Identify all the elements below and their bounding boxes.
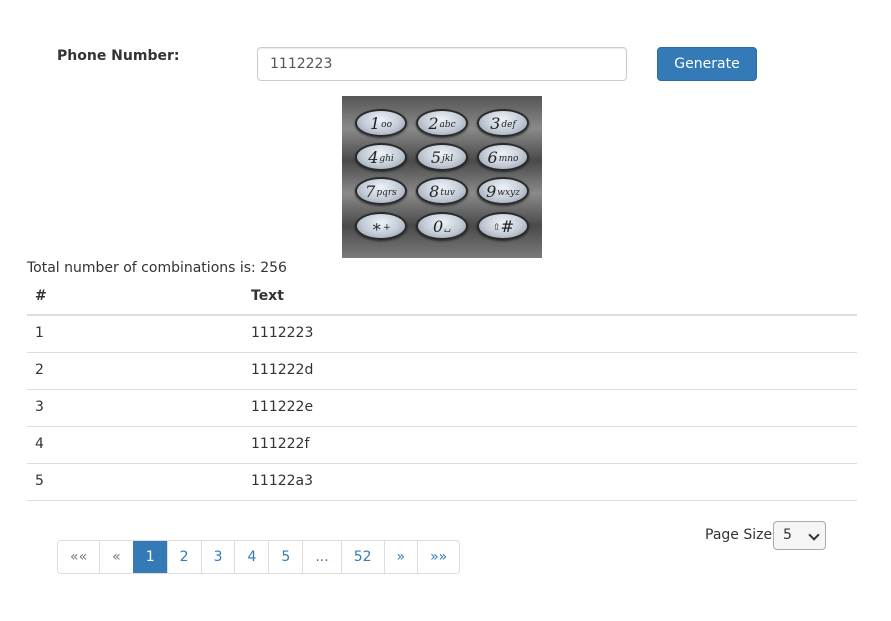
table-row: 2 111222d [27, 353, 857, 390]
row-text: 11122a3 [251, 473, 314, 489]
row-index: 3 [35, 399, 44, 415]
row-index: 1 [35, 325, 44, 341]
pagination: «« « 1 2 3 4 5 ... 52 » »» [57, 540, 461, 574]
keypad-key-5: 5 jkl [416, 143, 468, 171]
page-size-select[interactable]: 5 [773, 521, 826, 550]
last-page-button[interactable]: »» [417, 541, 460, 573]
keypad-key-7: 7 pqrs [355, 177, 407, 205]
column-header-text: Text [251, 288, 284, 304]
voicemail-icon: oo [381, 119, 393, 130]
keypad-key-3: 3 def [477, 109, 529, 137]
total-combinations-text: Total number of combinations is: 256 [27, 260, 287, 276]
shift-icon: ⇧ [493, 222, 501, 233]
page-size-label: Page Size [705, 527, 773, 543]
page-button-3[interactable]: 3 [200, 541, 235, 573]
table-row: 4 111222f [27, 427, 857, 464]
row-text: 111222f [251, 436, 310, 452]
row-text: 111222d [251, 362, 314, 378]
page-button-1[interactable]: 1 [132, 541, 167, 573]
keypad-key-9: 9 wxyz [477, 177, 529, 205]
keypad-key-4: 4 ghi [355, 143, 407, 171]
page-ellipsis[interactable]: ... [302, 541, 341, 573]
next-page-button[interactable]: » [383, 541, 418, 573]
keypad-key-1: 1 oo [355, 109, 407, 137]
first-page-button[interactable]: «« [58, 541, 100, 573]
phone-number-label: Phone Number: [57, 48, 180, 64]
keypad-key-6: 6 mno [477, 143, 529, 171]
keypad-key-hash: ⇧ # [477, 212, 529, 240]
table-row: 3 111222e [27, 390, 857, 427]
keypad-key-star: ∗ + [355, 212, 407, 240]
row-text: 111222e [251, 399, 314, 415]
row-index: 5 [35, 473, 44, 489]
column-header-index: # [35, 288, 47, 304]
row-text: 1112223 [251, 325, 314, 341]
table-row: 5 11122a3 [27, 464, 857, 501]
keypad-key-2: 2 abc [416, 109, 468, 137]
generate-button[interactable]: Generate [657, 47, 757, 81]
page-button-4[interactable]: 4 [234, 541, 269, 573]
chevron-down-icon [808, 529, 820, 541]
results-table: # Text 1 1112223 2 111222d 3 111222e 4 1… [27, 278, 857, 501]
page-button-52[interactable]: 52 [340, 541, 384, 573]
row-index: 4 [35, 436, 44, 452]
page-button-2[interactable]: 2 [166, 541, 201, 573]
page-button-5[interactable]: 5 [268, 541, 303, 573]
table-header: # Text [27, 278, 857, 316]
keypad-key-0: 0 ␣ [416, 212, 468, 240]
page-size-value: 5 [783, 527, 792, 543]
phone-number-input[interactable] [257, 47, 627, 81]
table-row: 1 1112223 [27, 316, 857, 353]
previous-page-button[interactable]: « [99, 541, 133, 573]
keypad-key-8: 8 tuv [416, 177, 468, 205]
keypad-image: 1 oo 2 abc 3 def 4 ghi 5 jkl 6 mno 7 pqrs 8 tuv … [342, 96, 542, 258]
row-index: 2 [35, 362, 44, 378]
